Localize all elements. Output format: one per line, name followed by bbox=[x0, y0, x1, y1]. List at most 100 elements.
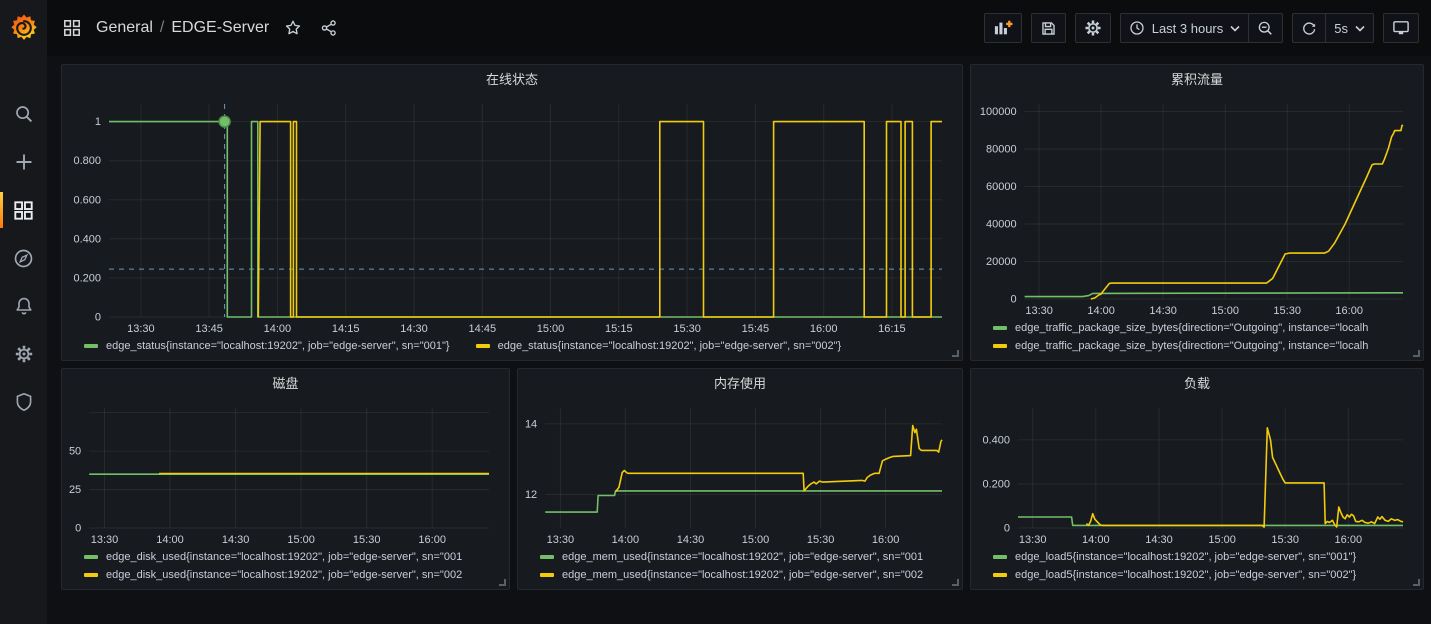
svg-text:16:15: 16:15 bbox=[878, 323, 906, 335]
sidebar-item-search[interactable] bbox=[0, 90, 47, 138]
svg-text:15:00: 15:00 bbox=[287, 534, 315, 546]
panel-online-status: 在线状态 10.8000.6000.4000.200013:3013:4514:… bbox=[61, 64, 963, 361]
share-icon[interactable] bbox=[317, 16, 341, 40]
svg-text:60000: 60000 bbox=[986, 181, 1017, 193]
svg-text:0.400: 0.400 bbox=[982, 434, 1010, 446]
svg-text:0.600: 0.600 bbox=[73, 194, 101, 206]
save-dashboard-button[interactable] bbox=[1031, 13, 1066, 43]
sidebar-item-create[interactable] bbox=[0, 138, 47, 186]
add-panel-button[interactable] bbox=[984, 13, 1022, 43]
chevron-down-icon bbox=[1355, 25, 1365, 32]
series-swatch bbox=[540, 555, 554, 559]
load-chart[interactable]: 0.4000.200013:3014:0014:3015:0015:3016:0… bbox=[971, 395, 1423, 549]
time-picker-button[interactable]: Last 3 hours bbox=[1120, 13, 1250, 43]
series-swatch bbox=[993, 326, 1007, 330]
svg-text:15:00: 15:00 bbox=[537, 323, 565, 335]
panel-title[interactable]: 在线状态 bbox=[62, 65, 962, 91]
svg-text:14:00: 14:00 bbox=[612, 534, 640, 546]
svg-text:0: 0 bbox=[95, 312, 101, 324]
legend-item[interactable]: edge_disk_used{instance="localhost:19202… bbox=[84, 569, 501, 581]
legend-item[interactable]: edge_status{instance="localhost:19202", … bbox=[84, 340, 450, 352]
series-swatch bbox=[993, 555, 1007, 559]
sidebar-item-alerting[interactable] bbox=[0, 282, 47, 330]
legend-item[interactable]: edge_traffic_package_size_bytes{directio… bbox=[993, 322, 1415, 334]
refresh-interval-dropdown[interactable]: 5s bbox=[1326, 13, 1374, 43]
online-status-chart[interactable]: 10.8000.6000.4000.200013:3013:4514:0014:… bbox=[62, 91, 962, 338]
legend-item[interactable]: edge_status{instance="localhost:19202", … bbox=[476, 340, 842, 352]
svg-text:80000: 80000 bbox=[986, 144, 1017, 156]
svg-text:13:45: 13:45 bbox=[195, 323, 223, 335]
bell-icon bbox=[14, 296, 34, 316]
legend-item[interactable]: edge_mem_used{instance="localhost:19202"… bbox=[540, 569, 954, 581]
svg-text:0: 0 bbox=[1010, 294, 1016, 306]
svg-text:15:30: 15:30 bbox=[673, 323, 701, 335]
legend-item[interactable]: edge_disk_used{instance="localhost:19202… bbox=[84, 551, 501, 563]
refresh-button[interactable] bbox=[1292, 13, 1326, 43]
panel-title[interactable]: 负载 bbox=[971, 369, 1423, 395]
svg-text:15:45: 15:45 bbox=[742, 323, 770, 335]
svg-text:13:30: 13:30 bbox=[1025, 305, 1053, 317]
svg-text:15:00: 15:00 bbox=[1211, 305, 1239, 317]
panel-title[interactable]: 内存使用 bbox=[518, 369, 962, 395]
panel-resize-handle[interactable] bbox=[952, 579, 959, 586]
svg-text:14:00: 14:00 bbox=[1082, 534, 1110, 546]
svg-text:14:00: 14:00 bbox=[1087, 305, 1115, 317]
plus-icon bbox=[14, 152, 34, 172]
sidebar-item-explore[interactable] bbox=[0, 234, 47, 282]
side-menu bbox=[0, 0, 47, 624]
svg-text:40000: 40000 bbox=[986, 219, 1017, 231]
legend-item[interactable]: edge_traffic_package_size_bytes{directio… bbox=[993, 340, 1415, 352]
grafana-logo[interactable] bbox=[0, 0, 47, 56]
memory-usage-chart[interactable]: 141213:3014:0014:3015:0015:3016:00 bbox=[518, 395, 962, 549]
panel-resize-handle[interactable] bbox=[499, 579, 506, 586]
series-swatch bbox=[993, 344, 1007, 348]
breadcrumb-folder[interactable]: General bbox=[96, 19, 153, 37]
breadcrumb-separator: / bbox=[160, 19, 164, 37]
svg-text:14:30: 14:30 bbox=[400, 323, 428, 335]
breadcrumb-title[interactable]: EDGE-Server bbox=[171, 19, 269, 37]
cumulative-traffic-chart[interactable]: 10000080000600004000020000013:3014:0014:… bbox=[971, 91, 1423, 320]
svg-text:0.200: 0.200 bbox=[982, 479, 1010, 491]
series-swatch bbox=[993, 573, 1007, 577]
panel-resize-handle[interactable] bbox=[952, 350, 959, 357]
sidebar-item-server-admin[interactable] bbox=[0, 378, 47, 426]
svg-text:14:30: 14:30 bbox=[1145, 534, 1173, 546]
zoom-out-time-button[interactable] bbox=[1249, 13, 1283, 43]
sidebar-item-dashboards[interactable] bbox=[0, 186, 47, 234]
refresh-interval-label: 5s bbox=[1334, 21, 1348, 36]
panel-resize-handle[interactable] bbox=[1413, 350, 1420, 357]
series-swatch bbox=[540, 573, 554, 577]
svg-text:14:00: 14:00 bbox=[156, 534, 184, 546]
svg-text:14:45: 14:45 bbox=[469, 323, 497, 335]
panel-title[interactable]: 磁盘 bbox=[62, 369, 509, 395]
dashboards-icon bbox=[13, 200, 34, 221]
legend-item[interactable]: edge_mem_used{instance="localhost:19202"… bbox=[540, 551, 954, 563]
svg-text:16:00: 16:00 bbox=[418, 534, 446, 546]
dashboard-grid: 在线状态 10.8000.6000.4000.200013:3013:4514:… bbox=[47, 56, 1431, 624]
svg-text:13:30: 13:30 bbox=[127, 323, 155, 335]
svg-text:15:30: 15:30 bbox=[1273, 305, 1301, 317]
svg-text:12: 12 bbox=[525, 489, 537, 501]
svg-text:13:30: 13:30 bbox=[91, 534, 119, 546]
svg-text:14: 14 bbox=[525, 418, 537, 430]
sidebar-item-configuration[interactable] bbox=[0, 330, 47, 378]
panel-resize-handle[interactable] bbox=[1413, 579, 1420, 586]
legend-item[interactable]: edge_load5{instance="localhost:19202", j… bbox=[993, 569, 1415, 581]
svg-text:0: 0 bbox=[1004, 523, 1010, 535]
disk-chart[interactable]: 5025013:3014:0014:3015:0015:3016:00 bbox=[62, 395, 509, 549]
svg-text:14:30: 14:30 bbox=[222, 534, 250, 546]
svg-text:16:00: 16:00 bbox=[1335, 534, 1363, 546]
svg-text:15:00: 15:00 bbox=[742, 534, 770, 546]
legend-item[interactable]: edge_load5{instance="localhost:19202", j… bbox=[993, 551, 1415, 563]
dashboard-settings-button[interactable] bbox=[1075, 13, 1111, 43]
dashboard-toolbar: Last 3 hours 5s bbox=[984, 13, 1419, 43]
panel-disk: 磁盘 5025013:3014:0014:3015:0015:3016:00 e… bbox=[61, 368, 510, 590]
series-swatch bbox=[84, 344, 98, 348]
star-icon[interactable] bbox=[281, 16, 305, 40]
breadcrumb[interactable]: General / EDGE-Server bbox=[96, 19, 269, 37]
svg-text:14:15: 14:15 bbox=[332, 323, 360, 335]
kiosk-mode-button[interactable] bbox=[1383, 13, 1419, 43]
panel-title[interactable]: 累积流量 bbox=[971, 65, 1423, 91]
svg-text:13:30: 13:30 bbox=[1019, 534, 1047, 546]
svg-text:100000: 100000 bbox=[980, 106, 1017, 118]
